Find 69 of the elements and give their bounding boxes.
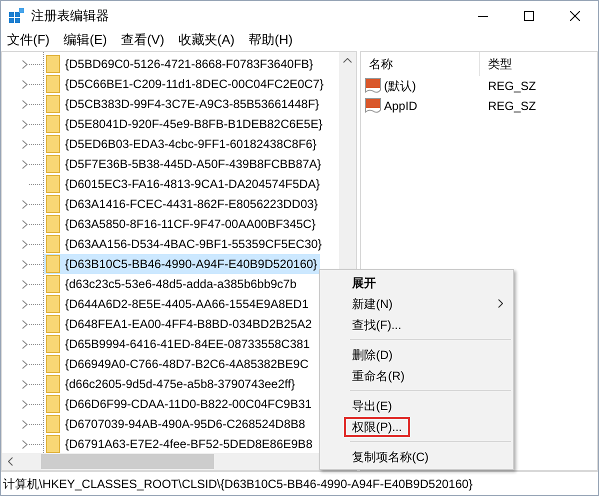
tree-item[interactable]: {D63AA156-D534-4BAC-9BF1-55359CF5EC30} xyxy=(44,234,325,254)
tree-item[interactable]: {D63B10C5-BB46-4990-A94F-E40B9D520160} xyxy=(44,254,320,274)
column-header[interactable]: 类型 xyxy=(480,52,512,76)
menu-item[interactable]: 权限(P)... xyxy=(344,416,410,436)
string-value-icon xyxy=(365,98,381,114)
status-bar: 计算机\HKEY_CLASSES_ROOT\CLSID\{D63B10C5-BB46-4990-A94F-E40B9D520160} xyxy=(1,471,598,495)
menu-item[interactable]: 新建(N) xyxy=(344,294,401,314)
folder-icon xyxy=(46,54,60,74)
tree-item[interactable]: {D63A5850-8F16-11CF-9F47-00AA00BF345C} xyxy=(44,214,319,234)
registry-icon xyxy=(9,8,25,24)
folder-icon xyxy=(46,194,60,214)
menu-item[interactable]: 收藏夹(A) xyxy=(178,30,235,50)
tree-item[interactable]: {D66D6F99-CDAA-11D0-B822-00C04FC9B31 xyxy=(44,394,315,414)
value-type: REG_SZ xyxy=(487,78,536,95)
folder-icon xyxy=(46,234,60,254)
menu-item[interactable]: 查看(V) xyxy=(120,30,164,50)
close-icon xyxy=(570,11,580,21)
value-type: REG_SZ xyxy=(487,98,536,115)
tree-item[interactable]: {D644A6D2-8E5E-4405-AA66-1554E9A8ED1 xyxy=(44,294,312,314)
tree-item[interactable]: {D648FEA1-EA00-4FF4-B8BD-034BD2B25A2 xyxy=(44,314,315,334)
menu-item[interactable]: 展开 xyxy=(344,272,384,292)
tree-item[interactable]: {D6015EC3-FA16-4813-9CA1-DA204574F5DA} xyxy=(44,174,323,194)
folder-icon xyxy=(46,74,60,94)
folder-icon xyxy=(46,254,60,274)
scrollbar-thumb[interactable] xyxy=(41,454,214,469)
folder-icon xyxy=(46,374,60,394)
folder-icon xyxy=(46,154,60,174)
menu-item[interactable]: 导出(E) xyxy=(344,396,400,416)
folder-icon xyxy=(46,174,60,194)
scroll-up-icon xyxy=(343,58,352,63)
tree-item[interactable]: {D6791A63-E7E2-4fee-BF52-5DED8E86E9B8 xyxy=(44,434,316,453)
tree-item[interactable]: {D5E8041D-920F-45e9-B8FB-B1DEB82C6E5E} xyxy=(44,114,326,134)
folder-icon xyxy=(46,394,60,414)
menu-item[interactable]: 查找(F)... xyxy=(344,314,410,334)
tree-item[interactable]: {D66949A0-C766-48D7-B2C6-4A85382BE9C xyxy=(44,354,312,374)
tree-item[interactable]: {D5C66BE1-C209-11d1-8DEC-00C04FC2E0C7} xyxy=(44,74,327,94)
tree-item[interactable]: {D5ED6B03-EDA3-4cbc-9FF1-60182438C8F6} xyxy=(44,134,320,154)
folder-icon xyxy=(46,114,60,134)
tree-item[interactable]: {d63c23c5-53e6-48d5-adda-a385b6bb9c7b xyxy=(44,274,300,294)
window-title: 注册表编辑器 xyxy=(31,7,109,26)
tree-item[interactable]: {D63A1416-FCEC-4431-862F-E8056223DD03} xyxy=(44,194,321,214)
folder-icon xyxy=(46,94,60,114)
folder-icon xyxy=(46,294,60,314)
folder-icon xyxy=(46,434,60,453)
folder-icon xyxy=(46,214,60,234)
tree-item[interactable]: {D6707039-94AB-490A-95D6-C268524D8B8 xyxy=(44,414,308,434)
folder-icon xyxy=(46,334,60,354)
tree-item[interactable]: {D5BD69C0-5126-4721-8668-F0783F3640FB} xyxy=(44,54,316,74)
menu-item[interactable]: 重命名(R) xyxy=(344,366,413,386)
column-header[interactable]: 名称 xyxy=(361,52,480,76)
menu-item[interactable]: 文件(F) xyxy=(7,30,50,50)
tree-item[interactable]: {d66c2605-9d5d-475e-a5b8-3790743ee2ff} xyxy=(44,374,298,394)
folder-icon xyxy=(46,314,60,334)
menu-item[interactable]: 复制项名称(C) xyxy=(344,446,437,466)
scroll-left-icon xyxy=(8,457,13,466)
string-value-icon xyxy=(365,78,381,94)
menu-item[interactable]: 编辑(E) xyxy=(64,30,107,50)
folder-icon xyxy=(46,134,60,154)
tree-item[interactable]: {D5CB383D-99F4-3C7E-A9C3-85B53661448F} xyxy=(44,94,322,114)
maximize-icon xyxy=(524,11,534,21)
folder-icon xyxy=(46,274,60,294)
value-name[interactable]: AppID xyxy=(384,97,418,115)
tree-item[interactable]: {D5F7E36B-5B38-445D-A50F-439B8FCBB87A} xyxy=(44,154,324,174)
tree-item[interactable]: {D65B9994-6416-41ED-84EE-08733558C381 xyxy=(44,334,313,354)
menu-item[interactable]: 帮助(H) xyxy=(248,30,293,50)
value-name[interactable]: (默认) xyxy=(384,77,416,95)
folder-icon xyxy=(46,354,60,374)
folder-icon xyxy=(46,414,60,434)
menu-item[interactable]: 删除(D) xyxy=(344,344,401,364)
